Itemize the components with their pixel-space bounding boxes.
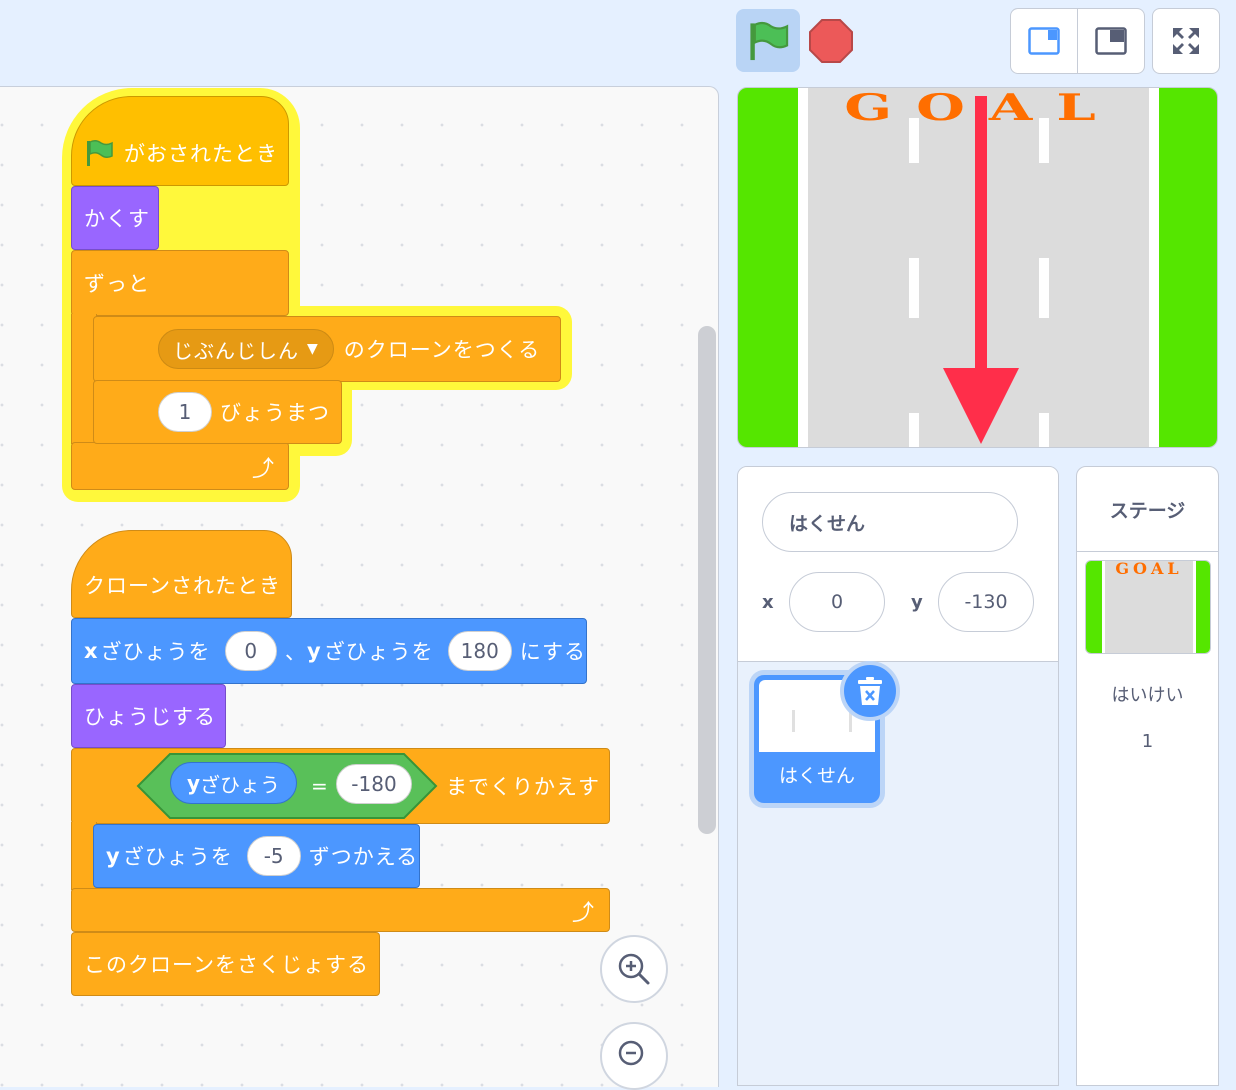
- equals-sign: =: [311, 774, 328, 798]
- change-y-block[interactable]: y ざひょうを -5 ずつかえる: [93, 824, 420, 888]
- x-label: x: [84, 639, 99, 663]
- forever-block-bottom: ⤴: [71, 442, 289, 490]
- repeat-until-label: までくりかえす: [446, 775, 600, 799]
- green-flag-button[interactable]: [736, 9, 800, 72]
- when-clone-starts-block[interactable]: クローンされたとき: [71, 530, 292, 618]
- trash-icon: [858, 677, 882, 705]
- stage-canvas[interactable]: GOAL: [737, 87, 1218, 448]
- sprite-name-field[interactable]: はくせん: [762, 492, 1018, 552]
- sprite-item-label: はくせん: [778, 765, 855, 787]
- when-flag-clicked-label: がおされたとき: [124, 142, 278, 166]
- hide-block[interactable]: かくす: [71, 186, 159, 250]
- goto-sep: 、: [284, 640, 307, 664]
- create-clone-label: のクローンをつくる: [343, 338, 541, 362]
- clone-target-label: じぶんじしん: [173, 338, 299, 363]
- backdrop-label: はいけい: [1111, 685, 1184, 706]
- zoom-in-button[interactable]: [600, 935, 668, 1003]
- change-y-input[interactable]: -5: [246, 836, 301, 876]
- stage-selector[interactable]: ステージ GOAL はいけい 1: [1076, 466, 1219, 1086]
- goto-xy-block[interactable]: x ざひょうを 0 、 y ざひょうを 180 にする: [71, 618, 587, 684]
- create-clone-block[interactable]: じぶんじしん ▼ のクローンをつくる: [93, 316, 561, 382]
- x-position-field[interactable]: 0: [789, 572, 885, 632]
- goto-y-label: ざひょうを: [323, 640, 434, 664]
- goal-text: GOAL: [844, 87, 1120, 129]
- dropdown-arrow-icon: ▼: [307, 341, 319, 357]
- y-position-label: y: [911, 592, 923, 613]
- repeat-block-bottom: ⤴: [71, 888, 610, 932]
- workspace-scrollbar[interactable]: [698, 326, 716, 834]
- backdrop-count: 1: [1141, 731, 1154, 752]
- large-stage-button[interactable]: [1077, 8, 1145, 74]
- stage-backdrop: [738, 88, 1217, 447]
- forever-block[interactable]: ずっと: [71, 250, 289, 316]
- delete-sprite-button[interactable]: [840, 661, 900, 721]
- y-label: y: [106, 844, 121, 868]
- stop-button[interactable]: [808, 18, 854, 64]
- loop-arrow-icon: ⤴: [572, 901, 596, 926]
- zoom-in-icon: [618, 953, 650, 985]
- goto-suffix: にする: [519, 640, 586, 664]
- y-label: y: [306, 639, 322, 663]
- hide-label: かくす: [84, 207, 150, 231]
- y-position-reporter[interactable]: y ざひょう: [170, 762, 298, 804]
- clone-target-dropdown[interactable]: じぶんじしん ▼: [158, 329, 334, 369]
- green-flag-icon: [750, 21, 789, 60]
- forever-label: ずっと: [84, 272, 150, 296]
- y-position-label: ざひょう: [200, 772, 281, 797]
- goto-y-input[interactable]: 180: [447, 631, 512, 671]
- wait-seconds-input[interactable]: 1: [158, 392, 212, 432]
- small-stage-button[interactable]: [1010, 8, 1078, 74]
- backdrop-thumbnail[interactable]: GOAL: [1085, 560, 1211, 654]
- goto-x-label: ざひょうを: [100, 640, 211, 664]
- show-label: ひょうじする: [84, 705, 216, 729]
- stage-selector-title: ステージ: [1077, 467, 1218, 552]
- change-y-suffix: ずつかえる: [308, 845, 419, 869]
- wait-block[interactable]: 1 びょうまつ: [93, 380, 342, 444]
- large-stage-icon: [1095, 27, 1127, 55]
- zoom-out-icon: [618, 1040, 644, 1066]
- wait-label: びょうまつ: [220, 401, 330, 425]
- change-y-label: ざひょうを: [122, 845, 233, 869]
- fullscreen-button[interactable]: [1152, 8, 1220, 74]
- fullscreen-icon: [1173, 28, 1199, 54]
- zoom-out-button[interactable]: [600, 1022, 668, 1090]
- when-clone-starts-label: クローンされたとき: [84, 574, 281, 598]
- backdrop-goal-text: GOAL: [1115, 560, 1183, 578]
- x-position-label: x: [762, 592, 774, 613]
- delete-clone-block[interactable]: このクローンをさくじょする: [71, 932, 380, 996]
- repeat-value-input[interactable]: -180: [336, 764, 412, 804]
- when-flag-clicked-block[interactable]: がおされたとき: [71, 96, 289, 186]
- small-stage-icon: [1028, 27, 1060, 55]
- y-label: y: [187, 771, 201, 795]
- goto-x-input[interactable]: 0: [224, 631, 277, 671]
- y-position-field[interactable]: -130: [938, 572, 1034, 632]
- loop-arrow-icon: ⤴: [252, 457, 276, 482]
- delete-clone-label: このクローンをさくじょする: [84, 953, 369, 977]
- show-block[interactable]: ひょうじする: [71, 684, 226, 748]
- green-flag-icon: [87, 139, 113, 166]
